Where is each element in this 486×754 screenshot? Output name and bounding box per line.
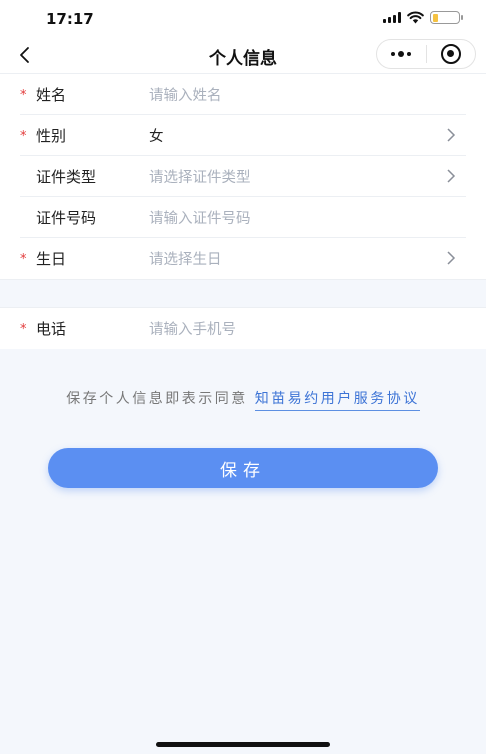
field-placeholder[interactable]: 请输入姓名	[149, 84, 222, 105]
form-row-id-number[interactable]: 证件号码 请输入证件号码	[0, 197, 486, 238]
form-row-birthday[interactable]: * 生日 请选择生日	[0, 238, 486, 279]
status-bar: 17:17	[0, 0, 486, 36]
agreement-text: 保存个人信息即表示同意 知苗易约用户服务协议	[0, 388, 486, 411]
close-capsule-button[interactable]	[427, 40, 476, 68]
wifi-icon	[407, 11, 424, 24]
home-indicator	[156, 742, 330, 747]
mini-program-capsule	[376, 39, 476, 69]
field-label: 生日	[36, 250, 67, 268]
field-placeholder[interactable]: 请输入手机号	[149, 318, 236, 339]
field-label: 证件类型	[36, 168, 97, 186]
form-row-phone[interactable]: * 电话 请输入手机号	[0, 308, 486, 349]
required-mark: *	[20, 88, 27, 103]
form-row-name[interactable]: * 姓名 请输入姓名	[0, 74, 486, 115]
required-mark: *	[20, 129, 27, 144]
battery-icon	[430, 11, 463, 24]
nav-bar: 个人信息	[0, 36, 486, 74]
chevron-right-icon	[447, 251, 456, 265]
save-button[interactable]: 保存	[48, 448, 438, 488]
agreement-prefix: 保存个人信息即表示同意	[66, 391, 248, 407]
more-button[interactable]	[377, 40, 426, 68]
form-group-contact: * 电话 请输入手机号	[0, 308, 486, 349]
form-row-gender[interactable]: * 性别 女	[0, 115, 486, 156]
field-placeholder[interactable]: 请输入证件号码	[149, 207, 251, 228]
chevron-right-icon	[447, 169, 456, 183]
form-row-id-type[interactable]: 证件类型 请选择证件类型	[0, 156, 486, 197]
group-separator	[0, 279, 486, 308]
status-icons	[383, 11, 463, 24]
form-group-personal: * 姓名 请输入姓名 * 性别 女证件类型 请选择证件类型证件号码 请输入证件号码 * 生日 请选择…	[0, 74, 486, 279]
chevron-right-icon	[447, 128, 456, 142]
more-icon	[391, 51, 412, 57]
signal-icon	[383, 12, 401, 23]
field-label: 性别	[36, 127, 67, 145]
field-label: 证件号码	[36, 209, 97, 227]
required-mark: *	[20, 322, 27, 337]
field-placeholder[interactable]: 请选择证件类型	[149, 166, 251, 187]
target-icon	[440, 44, 461, 64]
field-placeholder[interactable]: 请选择生日	[149, 248, 222, 269]
field-label: 姓名	[36, 86, 67, 104]
required-mark: *	[20, 252, 27, 267]
field-value[interactable]: 女	[149, 125, 164, 146]
field-label: 电话	[36, 320, 67, 338]
agreement-link[interactable]: 知苗易约用户服务协议	[254, 391, 420, 411]
status-time: 17:17	[46, 10, 94, 28]
